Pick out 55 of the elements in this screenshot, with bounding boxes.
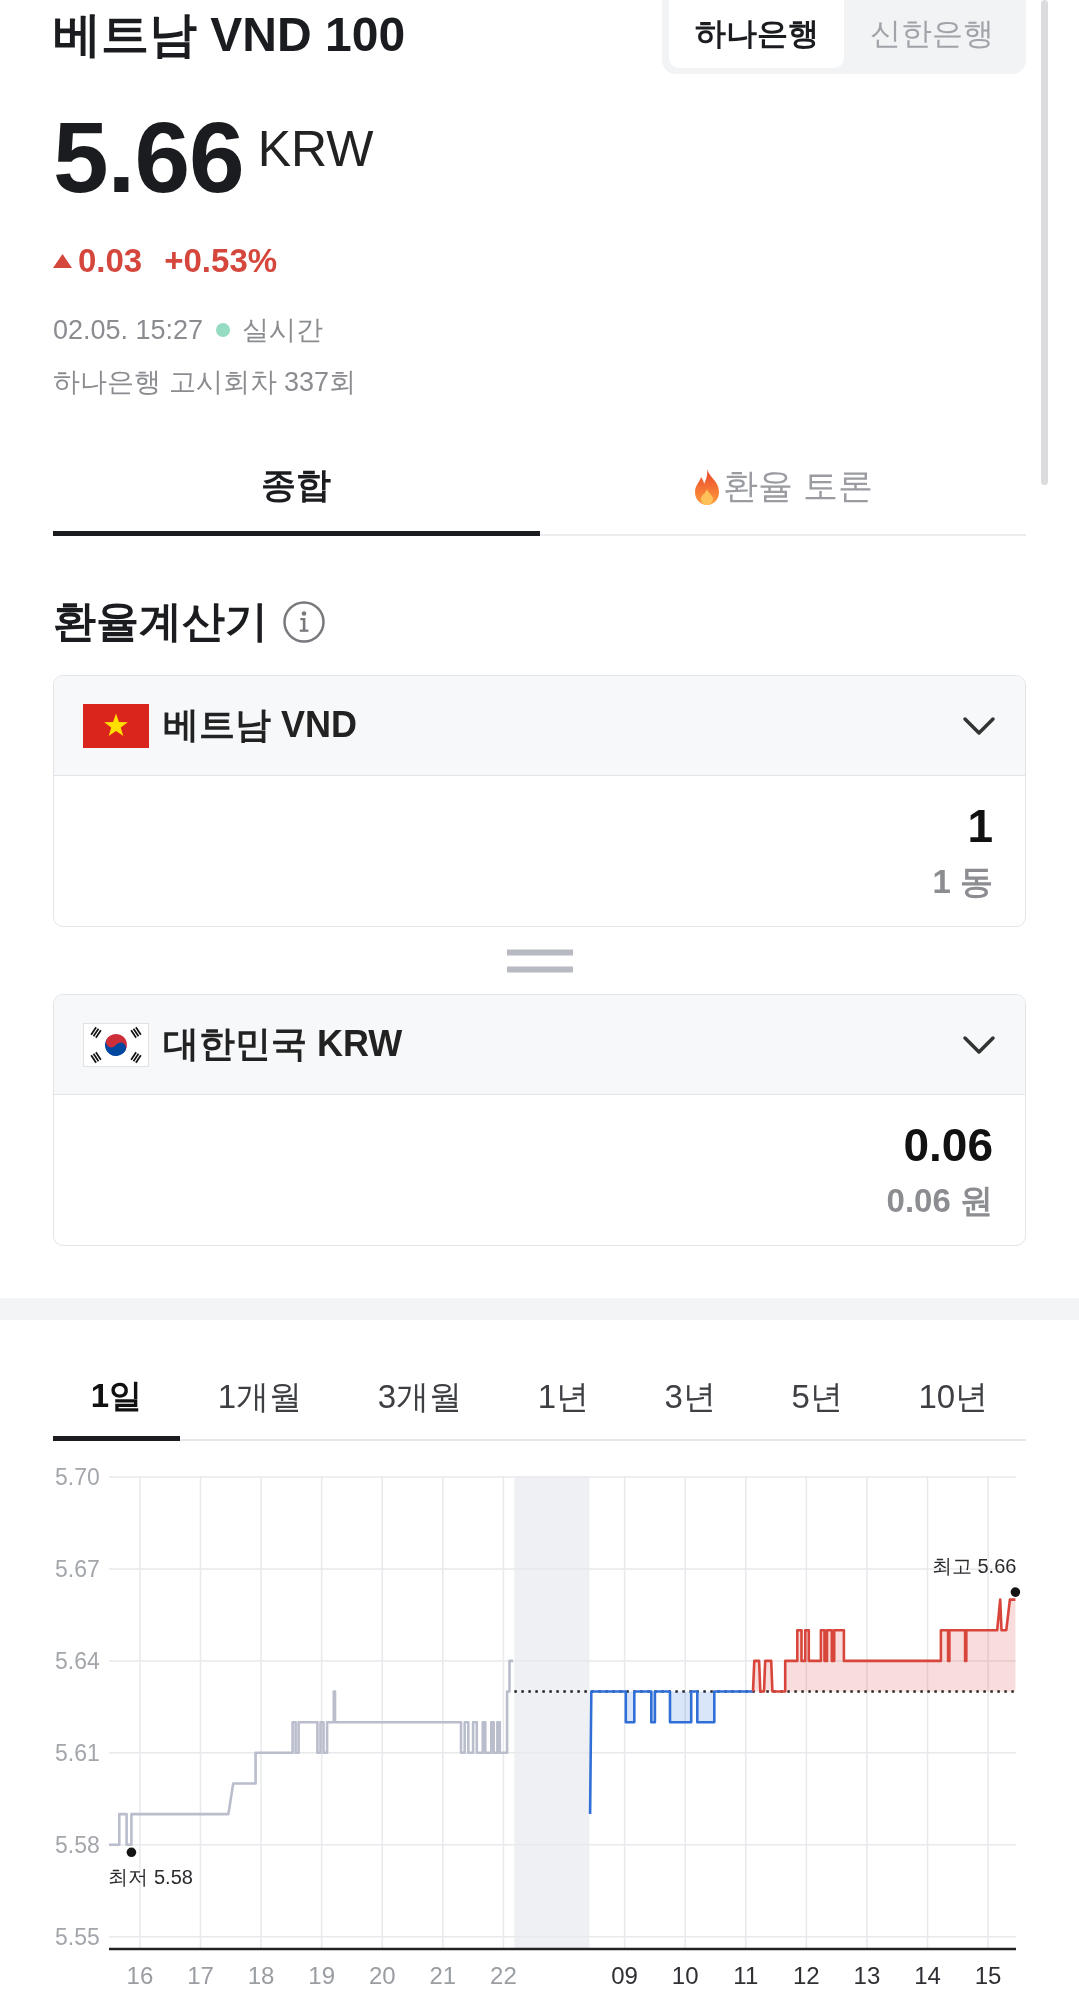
bank-tab[interactable]: 하나은행 bbox=[669, 0, 844, 68]
x-axis-label: 19 bbox=[308, 1962, 335, 1989]
period-tab[interactable]: 1개월 bbox=[179, 1356, 340, 1441]
exchange-rate: 5.66 bbox=[53, 107, 244, 207]
live-label: 실시간 bbox=[242, 314, 324, 347]
y-axis-label: 5.70 bbox=[55, 1464, 100, 1490]
x-axis-label: 11 bbox=[733, 1962, 759, 1989]
currency-unit: KRW bbox=[257, 124, 374, 174]
x-axis-label: 13 bbox=[853, 1962, 881, 1989]
x-axis-label: 18 bbox=[247, 1962, 275, 1989]
y-axis-label: 5.67 bbox=[55, 1555, 100, 1582]
update-time: 02.05. 15:27 bbox=[53, 314, 204, 346]
section-title: 환율계산기 bbox=[53, 596, 268, 647]
chevron-down-icon bbox=[962, 1033, 996, 1056]
period-tab[interactable]: 3개월 bbox=[339, 1356, 500, 1441]
y-axis-label: 5.61 bbox=[55, 1739, 100, 1766]
x-axis-label: 14 bbox=[914, 1962, 941, 1989]
point-marker bbox=[1010, 1587, 1021, 1597]
x-axis-label: 09 bbox=[611, 1962, 638, 1989]
x-axis-label: 16 bbox=[126, 1962, 154, 1989]
converted-amount: 0.06 원 bbox=[886, 1181, 993, 1221]
x-axis-label: 22 bbox=[490, 1962, 517, 1989]
handle-icon[interactable] bbox=[506, 948, 573, 973]
currency-select[interactable]: 베트남 VND bbox=[54, 676, 1025, 776]
period-tab[interactable]: 1년 bbox=[499, 1356, 627, 1441]
x-axis-label: 17 bbox=[187, 1962, 214, 1989]
x-axis-label: 21 bbox=[429, 1962, 457, 1989]
page-title: 베트남 VND 100 bbox=[53, 7, 406, 63]
period-tab[interactable]: 1일 bbox=[53, 1356, 180, 1441]
info-icon[interactable] bbox=[283, 601, 325, 643]
south-korea-flag-icon bbox=[83, 1022, 149, 1067]
currency-select[interactable]: 대한민국 KRW bbox=[54, 995, 1025, 1095]
y-axis-label: 5.64 bbox=[55, 1647, 100, 1674]
y-axis-label: 5.58 bbox=[55, 1831, 100, 1858]
flame-icon bbox=[692, 468, 721, 505]
x-axis-label: 12 bbox=[793, 1962, 820, 1989]
amount-input[interactable]: 1 bbox=[967, 800, 993, 852]
chevron-down-icon bbox=[962, 714, 996, 737]
point-label: 최고 5.66 bbox=[931, 1555, 1017, 1578]
notice-text: 하나은행 고시회차 337회 bbox=[53, 366, 358, 399]
period-tab[interactable]: 3년 bbox=[626, 1356, 754, 1441]
section-tab[interactable]: 종합 bbox=[53, 439, 540, 536]
x-axis-label: 15 bbox=[974, 1962, 1002, 1989]
period-tab[interactable]: 10년 bbox=[880, 1356, 1027, 1441]
x-axis-label: 20 bbox=[368, 1962, 396, 1989]
vietnam-flag-icon bbox=[83, 703, 149, 748]
y-axis-label: 5.55 bbox=[55, 1923, 100, 1950]
point-marker bbox=[126, 1847, 137, 1858]
converted-amount: 1 동 bbox=[932, 862, 993, 902]
x-axis-label: 10 bbox=[671, 1962, 699, 1989]
change-value: 0.03 bbox=[78, 242, 143, 280]
amount-input[interactable]: 0.06 bbox=[903, 1119, 993, 1171]
change-percent: +0.53% bbox=[164, 242, 278, 280]
point-label: 최저 5.58 bbox=[108, 1866, 193, 1889]
period-tab[interactable]: 5년 bbox=[753, 1356, 881, 1441]
